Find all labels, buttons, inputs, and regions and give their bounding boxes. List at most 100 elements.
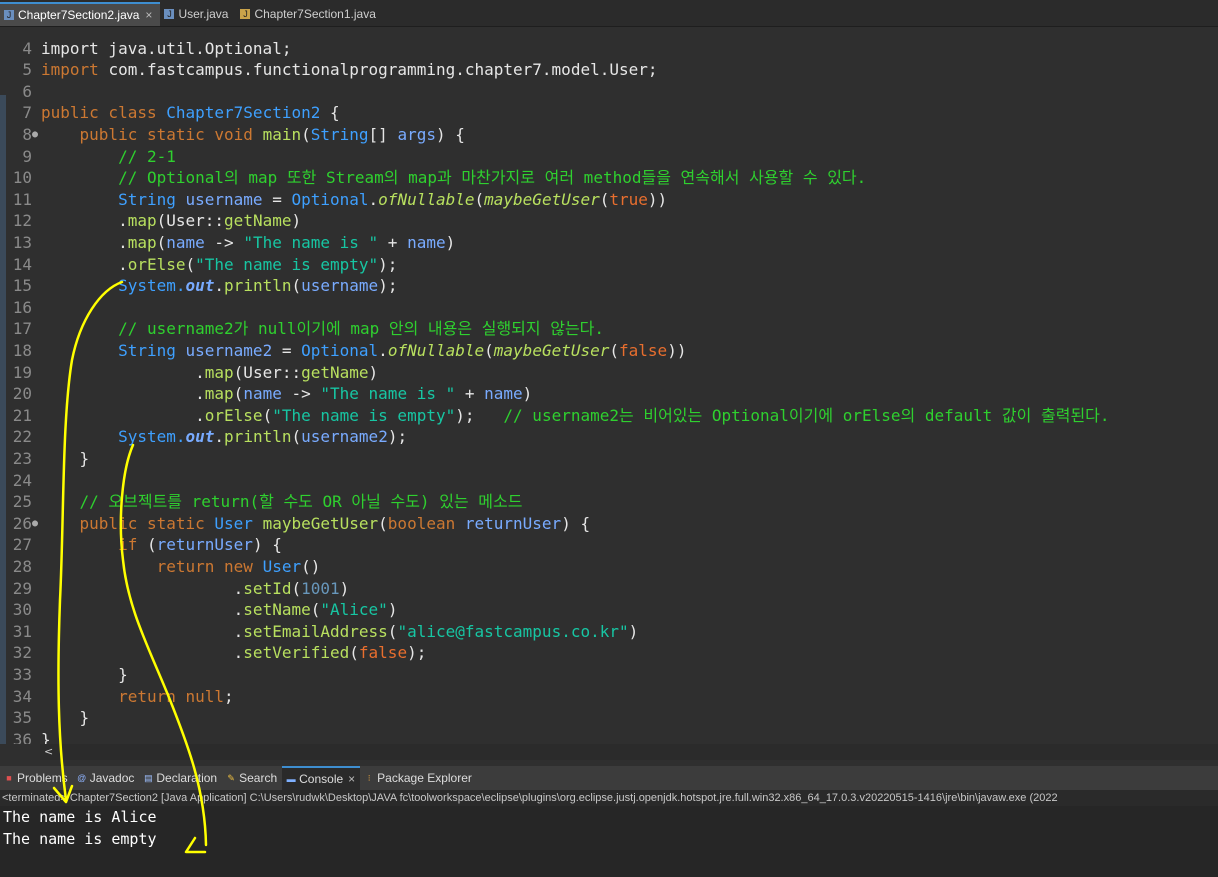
code-token: )	[387, 600, 398, 620]
code-token: // 오브젝트를 return(할 수도 OR 아닐 수도) 있는 메소드	[41, 492, 523, 512]
code-token: .	[214, 276, 225, 296]
tab-package-explorer[interactable]: ⁝ Package Explorer	[360, 766, 477, 790]
code-token: )	[291, 211, 302, 231]
code-text: .setEmailAddress("alice@fastcampus.co.kr…	[41, 621, 639, 643]
code-text: if (returnUser) {	[41, 534, 282, 556]
code-line-30: 30 .setName("Alice")	[0, 599, 1218, 621]
code-token: "The name is "	[320, 384, 456, 404]
close-icon[interactable]: ×	[145, 8, 152, 22]
tab-chapter7section1[interactable]: J Chapter7Section1.java	[236, 2, 383, 26]
code-token: (User::	[156, 211, 225, 231]
code-token: (	[291, 427, 302, 447]
code-token: .	[41, 643, 244, 663]
line-number: 27	[12, 535, 32, 555]
code-token: "The name is empty"	[272, 405, 456, 425]
code-token: name	[243, 384, 282, 404]
code-token: =	[262, 189, 292, 209]
code-token: main	[262, 124, 302, 144]
code-token: setVerified	[243, 643, 350, 663]
code-token: ))	[647, 189, 668, 209]
line-number: 15	[12, 276, 32, 296]
code-token: )	[522, 384, 533, 404]
code-line-18: 18 String username2 = Optional.ofNullabl…	[0, 340, 1218, 362]
code-editor[interactable]: import java.util.Optional; 4 5 import com.…	[0, 27, 1218, 744]
console-line: The name is empty	[3, 830, 157, 848]
code-token: );	[387, 427, 408, 447]
code-token: (	[291, 276, 302, 296]
code-token: println	[224, 276, 292, 296]
code-line-9: 9 // 2-1	[0, 146, 1218, 168]
horizontal-scrollbar[interactable]: <	[40, 744, 1218, 760]
code-text: // username2가 null이기에 map 안의 내용은 실행되지 않는…	[41, 318, 604, 340]
console-icon: ▬	[286, 774, 296, 784]
code-token: "The name is empty"	[195, 254, 379, 274]
tab-declaration[interactable]: ▤ Declaration	[139, 766, 222, 790]
code-token: )	[445, 232, 456, 252]
code-token: (User::	[233, 362, 302, 382]
tab-console[interactable]: ▬ Console ×	[282, 766, 361, 790]
code-token: maybeGetUser	[484, 189, 600, 209]
code-token: map	[204, 362, 234, 382]
code-line-13: 13 .map(name -> "The name is " + name)	[0, 232, 1218, 254]
console-status-line: <terminated> Chapter7Section2 [Java Appl…	[0, 790, 1218, 806]
declaration-icon: ▤	[144, 773, 153, 783]
code-token: .	[378, 340, 388, 360]
code-token: );	[378, 276, 398, 296]
code-line-16: 16	[0, 297, 1218, 319]
code-token: (	[262, 405, 273, 425]
tab-user[interactable]: J User.java	[160, 2, 236, 26]
code-line-36: 36}	[0, 729, 1218, 744]
console-output[interactable]: The name is Alice The name is empty	[0, 806, 1218, 877]
scroll-left-arrow-icon[interactable]: <	[44, 745, 53, 758]
code-token: "Alice"	[320, 600, 388, 620]
code-line-22: 22 System.out.println(username2);	[0, 426, 1218, 448]
code-token: maybeGetUser	[262, 513, 379, 533]
fold-marker-icon[interactable]: ●	[32, 513, 38, 535]
fold-marker-icon[interactable]: ●	[32, 124, 38, 146]
code-token: orElse	[204, 405, 263, 425]
code-token: username2	[301, 427, 388, 447]
code-line-20: 20 .map(name -> "The name is " + name)	[0, 383, 1218, 405]
line-number: 18	[12, 340, 32, 360]
code-text: import com.fastcampus.functionalprogramm…	[41, 59, 658, 81]
code-token: // username2는 비어있는 Optional이기에 orElse의 d…	[503, 405, 1110, 425]
code-token: ))	[667, 340, 687, 360]
line-number: 24	[12, 470, 32, 490]
code-token: return	[41, 686, 186, 706]
code-token: Chapter7Section2	[166, 103, 321, 123]
tab-problems[interactable]: ■ Problems	[0, 766, 73, 790]
code-line-26: 26 ● public static User maybeGetUser(bool…	[0, 513, 1218, 535]
code-token: (	[599, 189, 610, 209]
tab-search[interactable]: ✎ Search	[222, 766, 282, 790]
code-token: String	[41, 340, 186, 360]
tab-chapter7section2[interactable]: J Chapter7Section2.java ×	[0, 2, 161, 26]
code-text: .map(User::getName)	[41, 210, 301, 232]
code-token: (	[301, 124, 311, 144]
code-token: ->	[204, 232, 244, 252]
code-token: User	[214, 513, 263, 533]
code-line-8: 8 ● public static void main(String[] args…	[0, 124, 1218, 146]
tab-label: Package Explorer	[377, 771, 472, 785]
code-token: }	[41, 664, 128, 684]
code-token: .	[41, 405, 205, 425]
line-number: 28	[12, 556, 32, 576]
line-number: 12	[12, 211, 32, 231]
line-number: 22	[12, 427, 32, 447]
code-token: (	[156, 232, 167, 252]
code-token: .	[41, 211, 128, 231]
code-token: orElse	[127, 254, 186, 274]
code-token: (	[387, 621, 398, 641]
code-token: .	[214, 427, 225, 447]
tab-label: Search	[239, 771, 278, 785]
code-text: }	[41, 707, 90, 729]
code-text: System.out.println(username2);	[41, 426, 407, 448]
tab-javadoc[interactable]: @ Javadoc	[73, 766, 140, 790]
code-token: // username2가 null이기에 map 안의 내용은 실행되지 않는…	[41, 319, 605, 339]
code-text: public class Chapter7Section2 {	[41, 102, 340, 124]
code-line-3-partial: import java.util.Optional;	[41, 38, 292, 58]
code-token: (	[310, 600, 321, 620]
javadoc-icon: @	[77, 773, 87, 783]
line-number: 9	[22, 146, 32, 166]
close-icon[interactable]: ×	[348, 772, 355, 786]
code-line-5: 5 import com.fastcampus.functionalprogram…	[0, 59, 1218, 81]
